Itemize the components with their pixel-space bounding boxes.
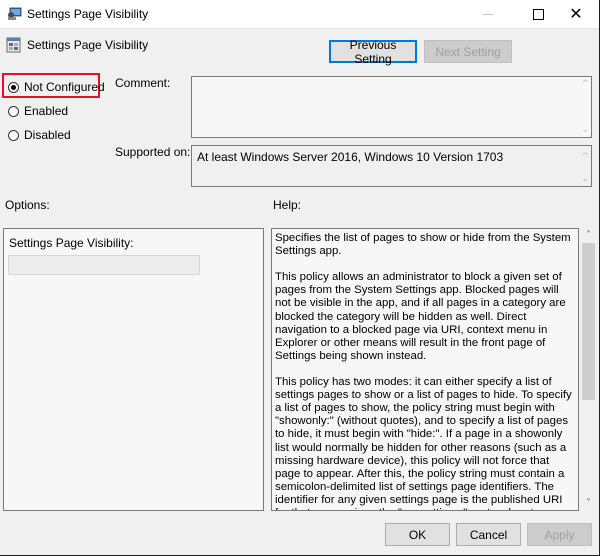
next-setting-button[interactable]: Next Setting (424, 40, 512, 63)
policy-setting-icon (6, 37, 21, 53)
radio-label: Not Configured (24, 80, 105, 94)
policy-dialog: Settings Page Visibility ✕ Settings Page… (0, 0, 600, 556)
radio-indicator[interactable] (8, 81, 19, 93)
group-policy-app-icon (8, 7, 22, 20)
radio-label: Enabled (24, 104, 69, 118)
scroll-up-icon[interactable]: ^ (581, 79, 589, 89)
supported-on-value: At least Windows Server 2016, Windows 10… (197, 150, 504, 164)
help-paragraph: This policy has two modes: it can either… (275, 376, 572, 510)
radio-not-configured[interactable]: Not Configured (8, 80, 105, 94)
scroll-up-icon[interactable]: ^ (581, 152, 589, 162)
minimize-icon (483, 13, 493, 15)
cancel-button[interactable]: Cancel (456, 523, 521, 546)
settings-page-visibility-label: Settings Page Visibility: (9, 236, 134, 250)
setting-title: Settings Page Visibility (27, 38, 149, 52)
settings-page-visibility-input[interactable] (8, 255, 200, 275)
radio-label: Disabled (24, 128, 71, 142)
radio-indicator[interactable] (8, 129, 19, 141)
comment-label: Comment: (115, 76, 171, 90)
scroll-down-icon[interactable]: ⌄ (581, 174, 589, 184)
close-icon: ✕ (569, 4, 583, 23)
help-paragraph: This policy allows an administrator to b… (275, 271, 566, 362)
help-paragraph: Specifies the list of pages to show or h… (275, 232, 571, 258)
comment-textarea[interactable]: ^ ⌄ (191, 76, 592, 138)
radio-indicator[interactable] (8, 105, 19, 117)
options-label: Options: (5, 198, 50, 212)
help-panel: Specifies the list of pages to show or h… (271, 228, 579, 511)
radio-enabled[interactable]: Enabled (8, 104, 68, 118)
window-title: Settings Page Visibility (27, 7, 149, 21)
supported-on-field: At least Windows Server 2016, Windows 10… (191, 145, 592, 187)
ok-button[interactable]: OK (385, 523, 450, 546)
supported-on-label: Supported on: (115, 145, 191, 159)
scroll-thumb[interactable] (582, 243, 595, 400)
scroll-down-arrow-icon[interactable]: ˅ (580, 496, 597, 511)
radio-selected-dot (11, 84, 16, 90)
help-text: Specifies the list of pages to show or h… (275, 232, 573, 510)
radio-disabled[interactable]: Disabled (8, 128, 71, 142)
close-button[interactable]: ✕ (553, 0, 599, 28)
scroll-down-icon[interactable]: ⌄ (581, 125, 589, 135)
help-label: Help: (273, 198, 302, 212)
title-bar: Settings Page Visibility ✕ (0, 0, 599, 29)
maximize-icon (532, 8, 544, 20)
minimize-button[interactable] (465, 0, 511, 28)
previous-setting-button[interactable]: Previous Setting (329, 38, 417, 66)
scroll-up-arrow-icon[interactable]: ˄ (580, 228, 597, 243)
apply-button[interactable]: Apply (527, 523, 592, 546)
options-panel: Settings Page Visibility: (3, 228, 264, 511)
help-scrollbar[interactable]: ˄ ˅ (580, 228, 597, 511)
